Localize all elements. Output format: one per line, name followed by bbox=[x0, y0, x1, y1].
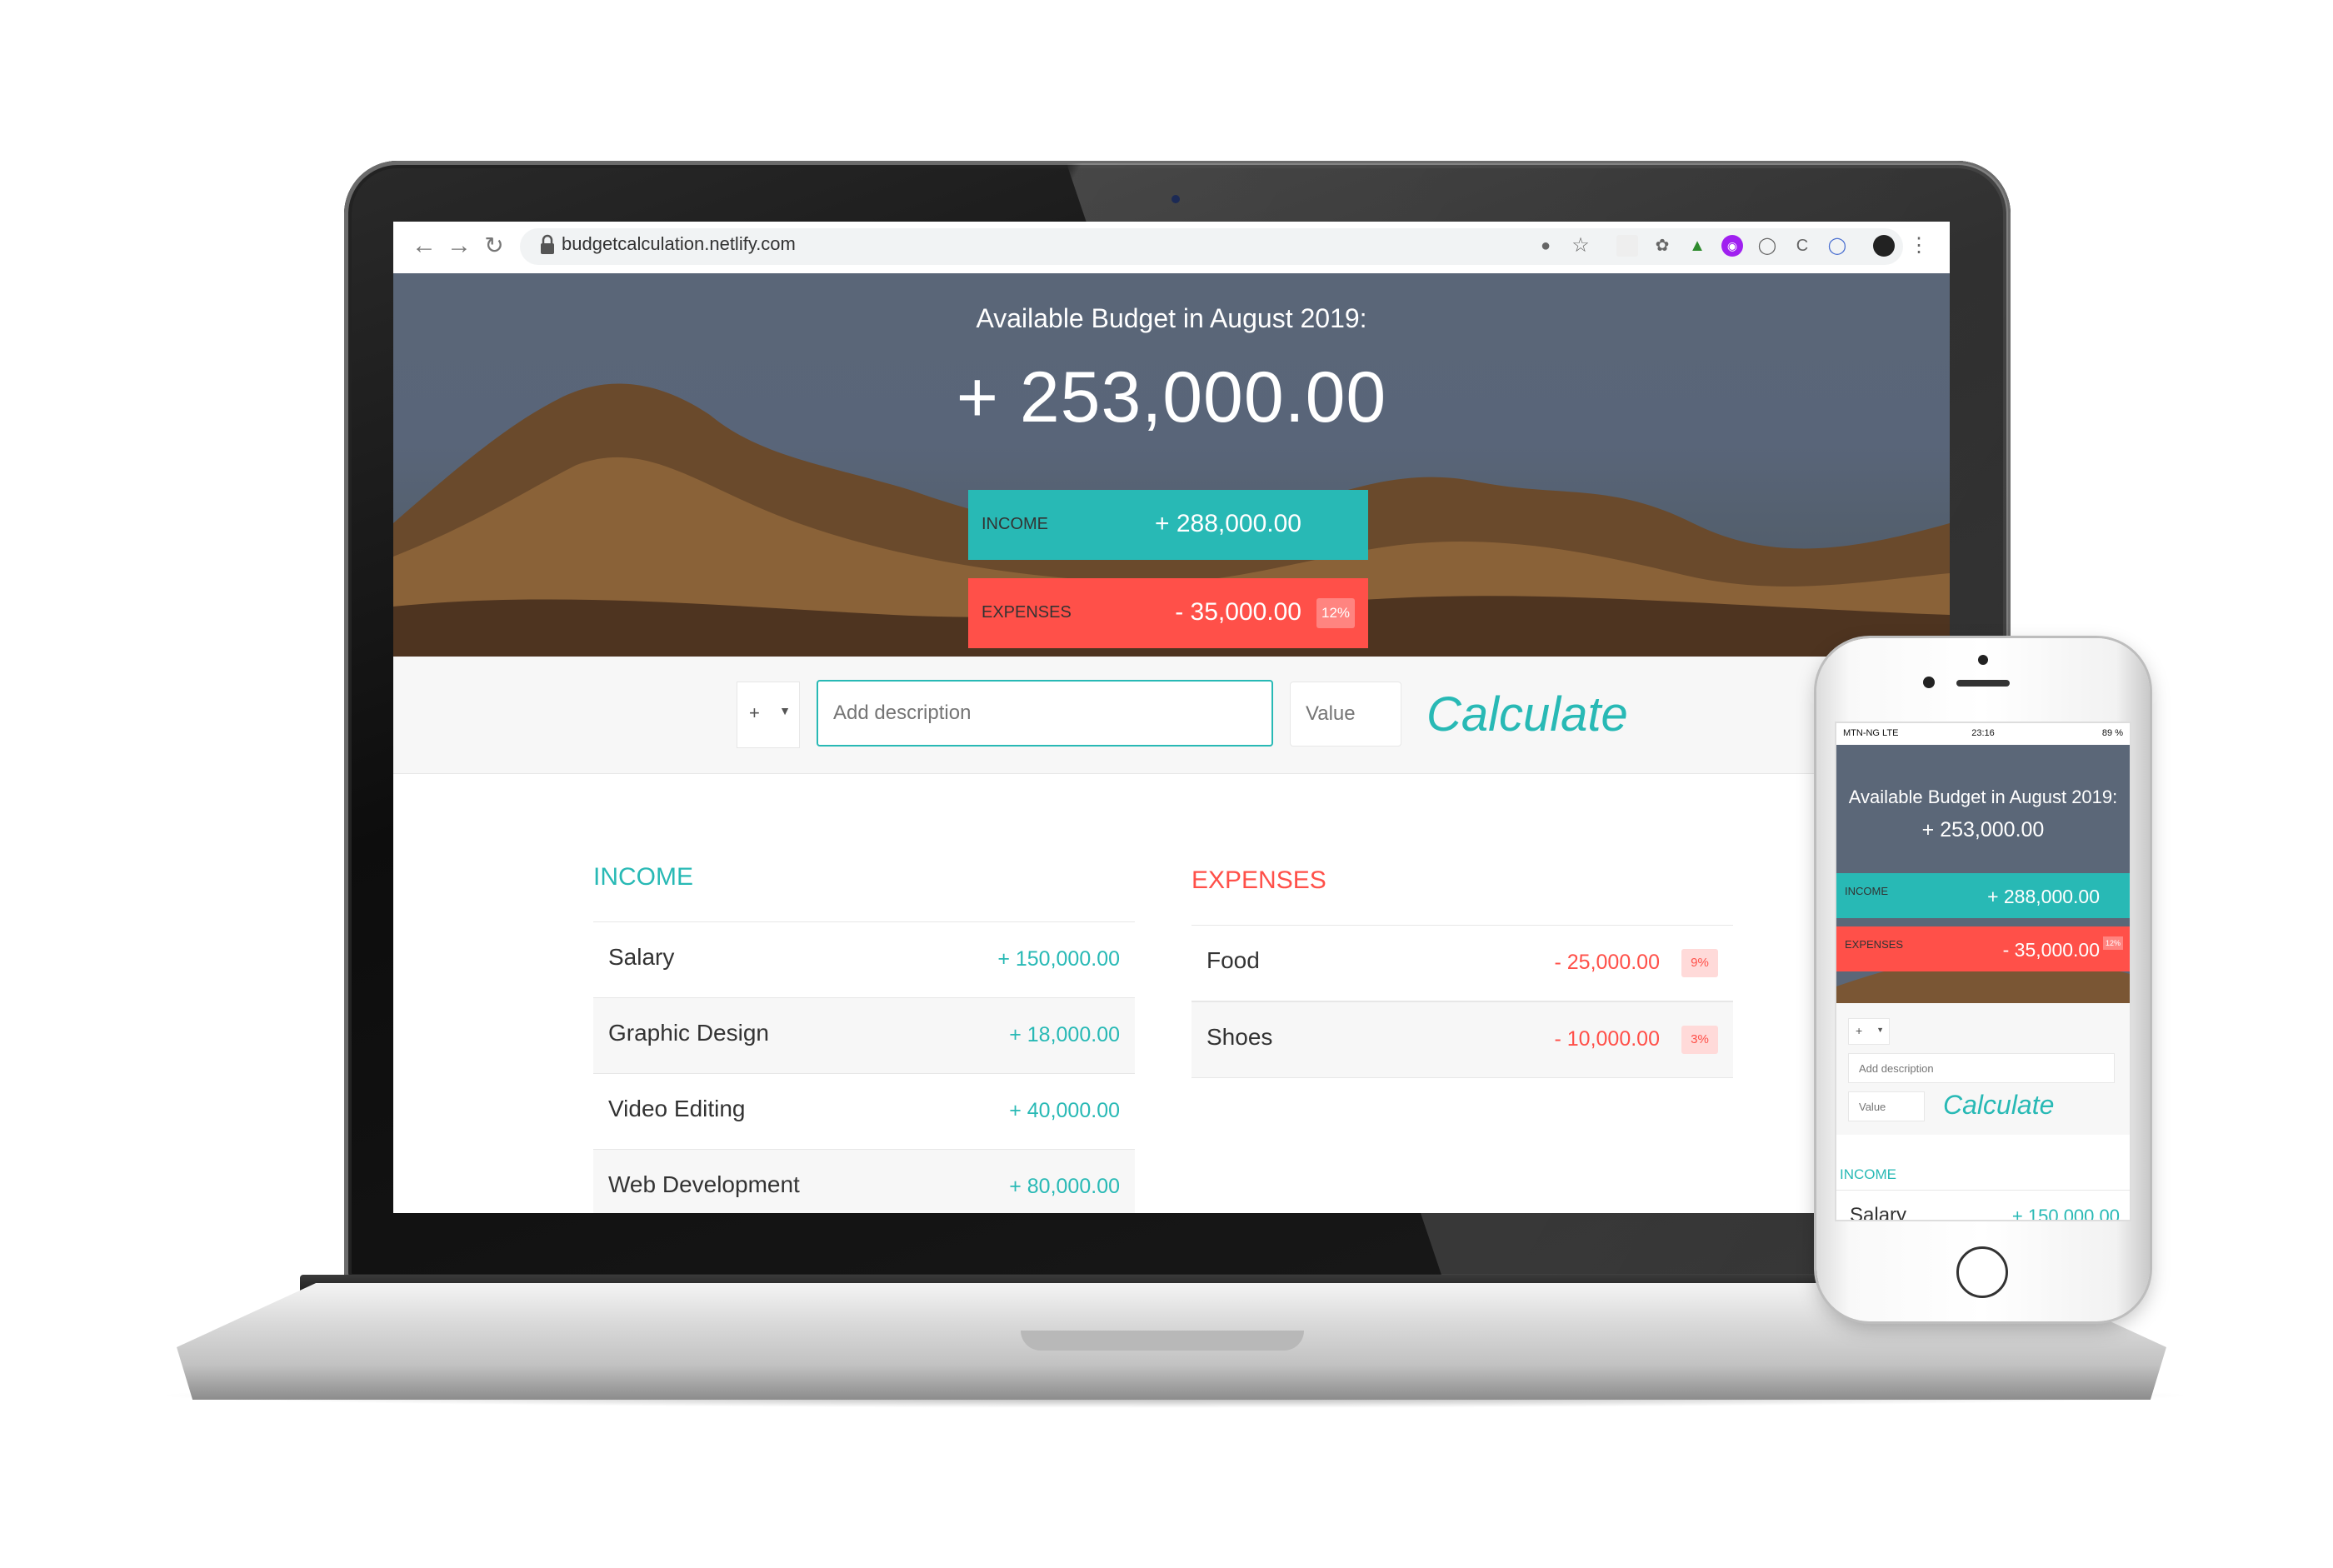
type-select[interactable]: + ▼ bbox=[737, 682, 800, 748]
clock-extension-icon[interactable]: ◯ bbox=[1756, 235, 1778, 257]
budget-amount: + 253,000.00 bbox=[956, 357, 1387, 437]
item-value: - 10,000.00 bbox=[1554, 1027, 1661, 1051]
browser-toolbar: ← → ↻ budgetcalculation.netlify.com ● ☆ … bbox=[393, 222, 1950, 274]
status-bar: MTN-NG LTE 23:16 89 % bbox=[1836, 723, 2130, 745]
list-item[interactable]: Salary + 150,000.00 bbox=[593, 921, 1135, 997]
expenses-summary: EXPENSES - 35,000.00 12% bbox=[968, 578, 1368, 648]
expenses-summary-label: EXPENSES bbox=[982, 603, 1072, 622]
income-list: Salary + 150,000.00 Graphic Design + 18,… bbox=[593, 921, 1135, 1213]
phone-type-select-value: + bbox=[1856, 1024, 1863, 1037]
tree-extension-icon[interactable]: ▲ bbox=[1686, 235, 1708, 257]
item-value: + 150,000.00 bbox=[2011, 1206, 2120, 1221]
phone-budget-amount: + 253,000.00 bbox=[1921, 818, 2045, 841]
phone-description-input[interactable] bbox=[1848, 1053, 2115, 1083]
list-item[interactable]: Web Development + 80,000.00 bbox=[593, 1149, 1135, 1213]
list-item[interactable]: Video Editing + 40,000.00 bbox=[593, 1073, 1135, 1149]
bookmark-star-icon[interactable]: ☆ bbox=[1570, 235, 1591, 257]
shield-extension-icon[interactable]: ● bbox=[1535, 235, 1556, 257]
laptop-screen: ← → ↻ budgetcalculation.netlify.com ● ☆ … bbox=[393, 222, 1950, 1213]
phone-expenses-label: EXPENSES bbox=[1845, 938, 1904, 951]
item-value: + 40,000.00 bbox=[1009, 1099, 1120, 1122]
phone-expenses-summary: EXPENSES - 35,000.00 12% bbox=[1836, 926, 2130, 971]
item-description: Web Development bbox=[608, 1171, 800, 1197]
calculate-button[interactable]: Calculate bbox=[1426, 687, 1628, 742]
phone-camera-icon bbox=[1978, 655, 1988, 665]
item-description: Food bbox=[1206, 947, 1260, 973]
income-summary: INCOME + 288,000.00 bbox=[968, 490, 1368, 560]
phone-budget-hero: Available Budget in August 2019: + 253,0… bbox=[1836, 745, 2130, 1003]
budget-title: Available Budget in August 2019: bbox=[976, 303, 1367, 333]
item-value: - 25,000.00 bbox=[1554, 951, 1661, 974]
income-summary-label: INCOME bbox=[982, 515, 1048, 533]
item-value: + 18,000.00 bbox=[1009, 1023, 1120, 1046]
dropdown-arrow-icon: ▼ bbox=[1876, 1026, 1884, 1034]
compass-extension-icon[interactable]: ◯ bbox=[1826, 235, 1848, 257]
bug-extension-icon[interactable]: ✿ bbox=[1651, 235, 1673, 257]
lock-icon bbox=[541, 234, 554, 254]
url-text[interactable]: budgetcalculation.netlify.com bbox=[562, 233, 796, 255]
menu-icon[interactable]: ⋮ bbox=[1908, 235, 1930, 257]
phone-screen: MTN-NG LTE 23:16 89 % Available Budget i… bbox=[1835, 722, 2131, 1221]
expenses-summary-value: - 35,000.00 bbox=[1175, 598, 1301, 626]
forward-arrow-icon[interactable]: → bbox=[445, 232, 473, 260]
item-description: Video Editing bbox=[608, 1096, 746, 1121]
item-value: + 150,000.00 bbox=[997, 947, 1120, 971]
budget-hero: Available Budget in August 2019: + 253,0… bbox=[393, 273, 1950, 657]
item-percentage-badge: 3% bbox=[1681, 1026, 1718, 1054]
phone-expenses-value: - 35,000.00 bbox=[2002, 939, 2100, 961]
phone-income-summary: INCOME + 288,000.00 bbox=[1836, 873, 2130, 918]
item-description: Graphic Design bbox=[608, 1020, 769, 1046]
phone-income-value: + 288,000.00 bbox=[1987, 886, 2100, 907]
item-value: + 80,000.00 bbox=[1009, 1175, 1120, 1198]
dropdown-arrow-icon: ▼ bbox=[779, 704, 791, 717]
phone-calculate-button[interactable]: Calculate bbox=[1943, 1090, 2054, 1121]
expenses-list: Food - 25,000.00 9% Shoes - 10,000.00 3% bbox=[1191, 925, 1733, 1078]
purple-extension-icon[interactable]: ◉ bbox=[1721, 235, 1743, 257]
reload-icon[interactable]: ↻ bbox=[480, 232, 508, 260]
item-description: Salary bbox=[1850, 1204, 1907, 1221]
expenses-percentage-badge: 12% bbox=[1316, 598, 1355, 628]
item-description: Salary bbox=[608, 944, 675, 970]
phone-income-heading: INCOME bbox=[1840, 1166, 1896, 1182]
list-item[interactable]: Food - 25,000.00 9% bbox=[1191, 925, 1733, 1001]
phone-type-select[interactable]: + ▼ bbox=[1848, 1018, 1890, 1045]
phone-income-label: INCOME bbox=[1845, 885, 1888, 897]
profile-avatar[interactable] bbox=[1873, 235, 1895, 257]
add-item-bar: + ▼ Calculate bbox=[393, 657, 1950, 774]
expenses-heading: EXPENSES bbox=[1191, 866, 1326, 894]
item-percentage-badge: 9% bbox=[1681, 949, 1718, 977]
extension-icon[interactable] bbox=[1616, 235, 1638, 257]
income-summary-value: + 288,000.00 bbox=[1154, 510, 1301, 537]
home-button[interactable] bbox=[1956, 1246, 2008, 1298]
item-description: Shoes bbox=[1206, 1024, 1273, 1050]
phone: MTN-NG LTE 23:16 89 % Available Budget i… bbox=[1816, 638, 2150, 1321]
phone-value-input[interactable] bbox=[1848, 1091, 1925, 1121]
laptop-notch bbox=[1021, 1331, 1304, 1351]
list-item[interactable]: Graphic Design + 18,000.00 bbox=[593, 997, 1135, 1073]
list-item[interactable]: Salary + 150,000.00 bbox=[1836, 1190, 2130, 1221]
value-input[interactable] bbox=[1290, 682, 1401, 747]
phone-front-camera-icon bbox=[1923, 677, 1935, 688]
list-item[interactable]: Shoes - 10,000.00 3% bbox=[1191, 1001, 1733, 1078]
phone-budget-title: Available Budget in August 2019: bbox=[1848, 786, 2118, 807]
laptop-camera bbox=[1171, 195, 1180, 203]
clock-text: 23:16 bbox=[1971, 728, 1995, 738]
battery-text: 89 % bbox=[2101, 728, 2123, 738]
income-heading: INCOME bbox=[593, 863, 693, 891]
back-arrow-icon[interactable]: ← bbox=[410, 232, 438, 260]
type-select-value: + bbox=[749, 702, 760, 723]
phone-expenses-percentage-badge: 12% bbox=[2103, 936, 2123, 950]
description-input[interactable] bbox=[817, 680, 1273, 747]
code-extension-icon[interactable]: C bbox=[1791, 235, 1813, 257]
phone-speaker bbox=[1956, 680, 2010, 687]
phone-add-item-bar: + ▼ Calculate bbox=[1836, 1003, 2130, 1135]
